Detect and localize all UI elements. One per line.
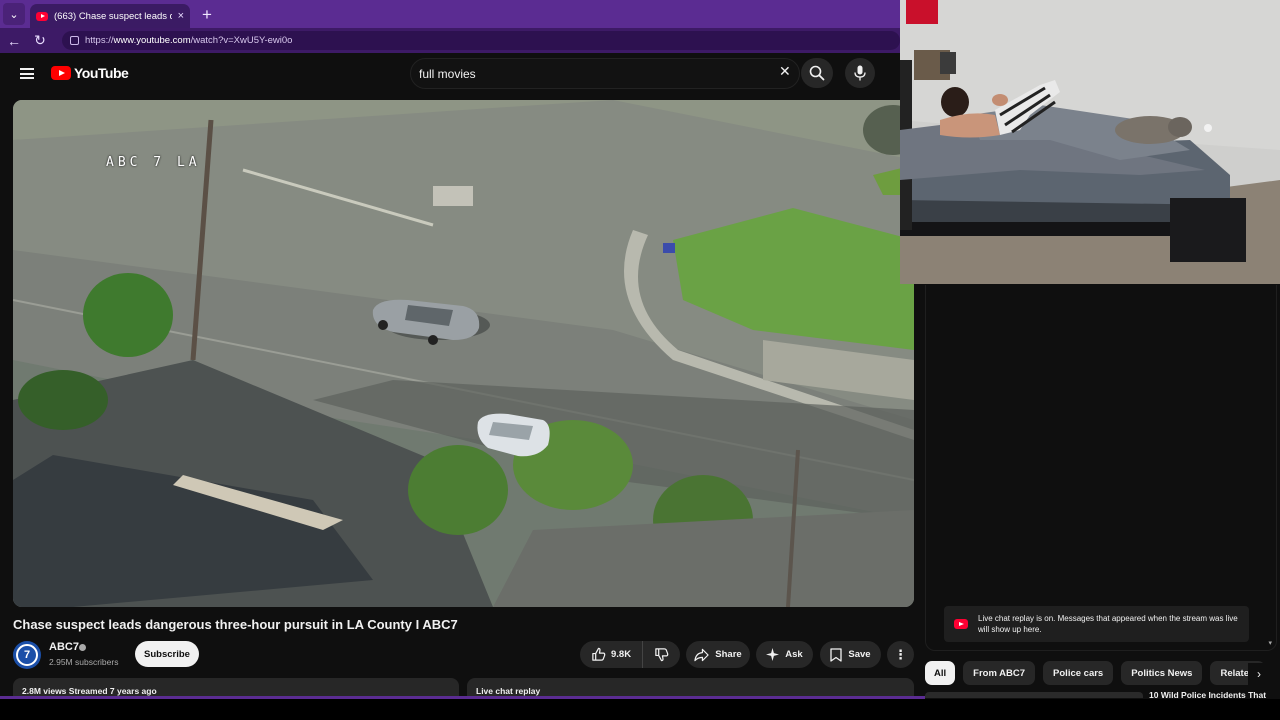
related-filter-chips: All From ABC7 Police cars Politics News …: [925, 660, 1280, 686]
chevron-down-icon: ⌄: [9, 8, 19, 21]
search-input[interactable]: [419, 64, 759, 84]
subscribe-button[interactable]: Subscribe: [135, 641, 199, 667]
chat-scroll-down-icon[interactable]: ▾: [1268, 639, 1272, 647]
youtube-icon: [954, 619, 968, 629]
youtube-masthead: YouTube ✕: [0, 53, 910, 95]
menu-icon[interactable]: [20, 68, 34, 79]
chip-politics-news[interactable]: Politics News: [1121, 661, 1203, 685]
share-icon: [694, 648, 709, 661]
aerial-chase-scene: [13, 100, 914, 607]
browser-tab[interactable]: (663) Chase suspect leads dangerous thre…: [30, 4, 190, 28]
like-dislike-group: 9.8K: [580, 641, 680, 668]
thumbs-up-icon: [592, 647, 606, 661]
verified-badge-icon: [79, 644, 86, 651]
site-info-icon[interactable]: [70, 36, 79, 45]
chip-police-cars[interactable]: Police cars: [1043, 661, 1114, 685]
more-actions-button[interactable]: ⋮: [887, 641, 914, 668]
address-bar[interactable]: https://www.youtube.com/watch?v=XwU5Y-ew…: [62, 31, 900, 50]
youtube-logo-icon: [51, 66, 71, 80]
bookmark-icon: [830, 647, 843, 662]
screen-bottom-edge: [0, 699, 1280, 720]
view-stats: 2.8M views Streamed 7 years ago: [22, 686, 157, 696]
youtube-logo[interactable]: YouTube: [51, 65, 129, 81]
search-box: [410, 58, 800, 89]
tab-list-button[interactable]: ⌄: [3, 3, 25, 25]
abc7-logo-icon: 7: [16, 644, 38, 666]
channel-name[interactable]: ABC7: [49, 641, 79, 653]
live-chat-replay-label: Live chat replay: [476, 686, 541, 696]
like-button[interactable]: 9.8K: [580, 641, 643, 668]
subscriber-count: 2.95M subscribers: [49, 657, 119, 667]
voice-search-button[interactable]: [845, 58, 875, 88]
ask-button[interactable]: Ask: [756, 641, 813, 668]
share-button[interactable]: Share: [686, 641, 750, 668]
tab-close-icon[interactable]: ×: [178, 10, 184, 22]
save-button[interactable]: Save: [820, 641, 881, 668]
clear-search-icon[interactable]: ✕: [779, 64, 791, 78]
new-tab-button[interactable]: +: [202, 6, 212, 23]
webcam-overlay: [900, 0, 1280, 284]
recommendation-title[interactable]: 10 Wild Police Incidents That: [1149, 690, 1266, 698]
chat-replay-notice-text: Live chat replay is on. Messages that ap…: [978, 614, 1238, 634]
webcam-scene: [900, 0, 1280, 284]
save-label: Save: [848, 649, 871, 660]
chip-all[interactable]: All: [925, 661, 956, 685]
like-count: 9.8K: [611, 649, 632, 660]
browser-toolbar: ← ↻ https://www.youtube.com/watch?v=XwU5…: [0, 28, 900, 53]
share-label: Share: [715, 649, 742, 660]
video-title: Chase suspect leads dangerous three-hour…: [13, 617, 458, 632]
channel-avatar[interactable]: 7: [13, 641, 41, 669]
screen: ⌄ (663) Chase suspect leads dangerous th…: [0, 0, 1280, 720]
channel-watermark: ABC 7 LA: [106, 155, 201, 170]
microphone-icon: [854, 65, 866, 81]
youtube-favicon-icon: [36, 11, 48, 21]
youtube-logo-text: YouTube: [74, 65, 129, 81]
search-button[interactable]: [801, 58, 833, 88]
recommendation-item[interactable]: 10 Wild Police Incidents That: [925, 690, 1280, 698]
url-text: https://www.youtube.com/watch?v=XwU5Y-ew…: [85, 35, 293, 46]
tab-title: (663) Chase suspect leads dangerous thre…: [54, 10, 172, 22]
chat-replay-notice: Live chat replay is on. Messages that ap…: [944, 606, 1249, 642]
reload-icon[interactable]: ↻: [32, 32, 48, 49]
chip-from-abc7[interactable]: From ABC7: [963, 661, 1036, 685]
recommendation-thumbnail[interactable]: [925, 692, 1143, 698]
dislike-button[interactable]: [643, 647, 680, 662]
chevron-right-icon[interactable]: ›: [1248, 663, 1270, 685]
browser-tab-bar: ⌄ (663) Chase suspect leads dangerous th…: [0, 0, 900, 28]
live-chat-panel: Live chat replay is on. Messages that ap…: [925, 285, 1277, 651]
ask-label: Ask: [785, 649, 803, 660]
video-player[interactable]: ABC 7 LA: [13, 100, 914, 607]
back-arrow-icon[interactable]: ←: [6, 33, 22, 49]
search-icon: [809, 65, 825, 81]
more-vertical-icon: ⋮: [894, 646, 907, 662]
sparkle-icon: [766, 648, 780, 661]
thumbs-down-icon: [655, 648, 669, 662]
